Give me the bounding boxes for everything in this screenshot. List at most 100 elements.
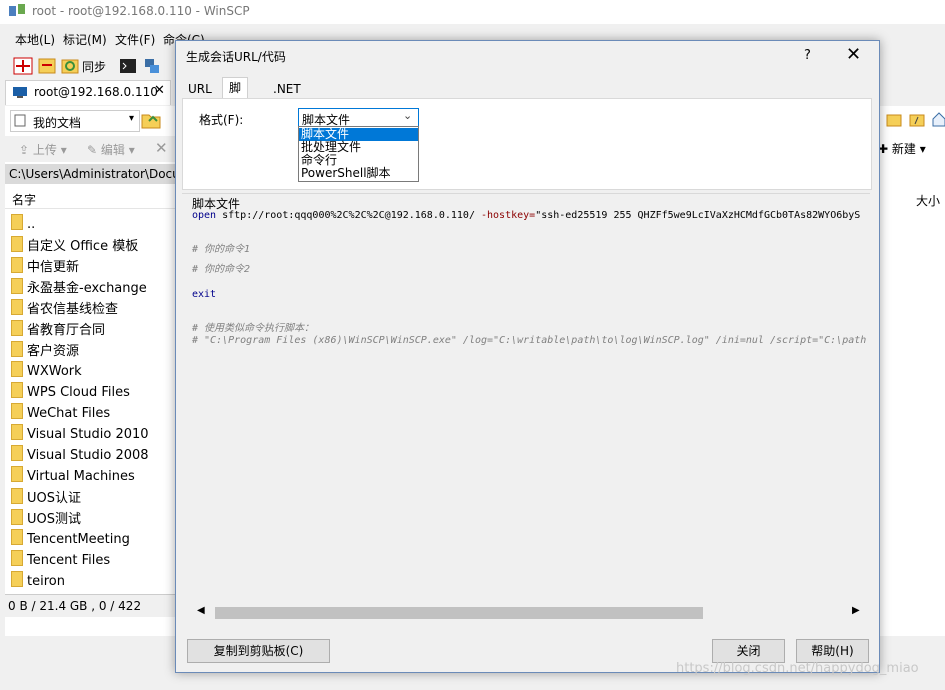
tab-net-assembly[interactable]: .NET Assembly代码 <box>267 79 337 136</box>
generate-url-dialog: 生成会话URL/代码 ? ✕ URL 脚本 .NET Assembly代码 格式… <box>175 40 880 673</box>
close-button[interactable]: 关闭 <box>712 639 785 663</box>
list-item[interactable]: WeChat Files <box>11 403 110 423</box>
parent-folder-icon <box>11 214 23 230</box>
help-icon[interactable]: ? <box>804 48 811 63</box>
list-item[interactable]: 永盈基金-exchange <box>11 277 147 297</box>
horizontal-scrollbar[interactable]: ◀ ▶ <box>194 604 864 620</box>
session-tab[interactable]: root@192.168.0.110 ✕ <box>5 80 171 105</box>
list-item[interactable]: UOS认证 <box>11 487 81 507</box>
file-name: Visual Studio 2010 <box>27 427 149 442</box>
column-size[interactable]: 大小 <box>916 192 940 209</box>
format-dropdown: 脚本文件 批处理文件 命令行 PowerShell脚本 <box>298 126 419 182</box>
root-dir-icon[interactable] <box>909 112 925 128</box>
format-option[interactable]: PowerShell脚本 <box>299 167 418 180</box>
file-name: teiron <box>27 574 65 589</box>
file-name: 客户资源 <box>27 344 80 359</box>
new-label: 新建 <box>891 142 916 156</box>
list-item[interactable]: WPS Cloud Files <box>11 382 130 402</box>
folder-icon <box>11 341 23 357</box>
documents-icon <box>14 114 26 127</box>
new-button[interactable]: ✚ 新建 ▾ <box>878 140 926 157</box>
list-item[interactable]: Visual Studio 2008 <box>11 445 149 465</box>
list-item[interactable]: UOS测试 <box>11 508 81 528</box>
code-textarea[interactable]: open sftp://root:qqq000%2C%2C%2C@192.168… <box>192 210 868 604</box>
list-item[interactable]: 省教育厅合同 <box>11 319 105 339</box>
upload-label: 上传 <box>32 143 57 157</box>
scroll-left-icon[interactable]: ◀ <box>197 605 205 616</box>
local-path-bar[interactable]: C:\Users\Administrator\Docu <box>5 164 180 184</box>
synchronize-icon[interactable] <box>60 56 80 76</box>
scroll-right-icon[interactable]: ▶ <box>852 605 860 616</box>
column-header: 名字 <box>5 188 180 209</box>
code-group: 脚本文件 open sftp://root:qqq000%2C%2C%2C@19… <box>182 193 870 624</box>
format-label: 格式(F): <box>199 113 244 127</box>
folder-icon <box>11 529 23 545</box>
menu-mark[interactable]: 标记(M) <box>63 31 107 48</box>
local-statusbar: 0 B / 21.4 GB , 0 / 422 <box>5 594 180 617</box>
copy-to-clipboard-button[interactable]: 复制到剪贴板(C) <box>187 639 330 663</box>
file-name: Virtual Machines <box>27 469 135 484</box>
column-name[interactable]: 名字 <box>12 191 36 208</box>
list-item[interactable]: Visual Studio 2010 <box>11 424 149 444</box>
scroll-thumb[interactable] <box>215 607 703 619</box>
code-comment: # 你的命令1 <box>192 244 251 255</box>
help-button[interactable]: 帮助(H) <box>796 639 869 663</box>
code-option: -hostkey= <box>481 210 536 221</box>
compare-dirs-icon[interactable] <box>13 56 33 76</box>
menu-file[interactable]: 文件(F) <box>115 31 155 48</box>
close-tab-icon[interactable]: ✕ <box>154 83 165 98</box>
menu-local[interactable]: 本地(L) <box>15 31 55 48</box>
home-icon[interactable] <box>932 111 945 127</box>
code-comment: # 你的命令2 <box>192 264 251 275</box>
sync-browse-icon[interactable] <box>37 56 57 76</box>
file-name: 自定义 Office 模板 <box>27 239 139 254</box>
script-tab-panel: 格式(F): 脚本文件 ⌄ <box>182 98 872 190</box>
list-item[interactable]: 省农信基线检查 <box>11 298 118 318</box>
folder-icon <box>11 403 23 419</box>
list-item[interactable]: .. <box>11 214 35 234</box>
list-item[interactable]: 客户资源 <box>11 340 79 360</box>
code-line: open sftp://root:qqq000%2C%2C%2C@192.168… <box>192 210 860 224</box>
folder-icon <box>11 361 23 377</box>
local-status: 0 B / 21.4 GB , 0 / 422 <box>8 599 142 613</box>
list-item[interactable]: Virtual Machines <box>11 466 135 486</box>
list-item[interactable]: Tencent Files <box>11 550 110 570</box>
file-name: 省教育厅合同 <box>27 323 106 338</box>
list-item[interactable]: 中信更新 <box>11 256 79 276</box>
open-folder-icon[interactable] <box>141 111 161 129</box>
folder-icon <box>11 509 23 525</box>
folder-icon <box>11 236 23 252</box>
drive-name: 我的文档 <box>33 116 82 130</box>
drive-select[interactable]: 我的文档 ▾ <box>10 110 140 132</box>
local-actionbar: ⇪ 上传 ▾ ✎ 编辑 ▾ ✕ <box>5 136 180 162</box>
file-name: 永盈基金-exchange <box>27 281 147 296</box>
edit-button[interactable]: ✎ 编辑 ▾ <box>87 141 135 158</box>
folder-icon <box>11 466 23 482</box>
code-comment: # "C:\Program Files (x86)\WinSCP\WinSCP.… <box>192 335 867 346</box>
tab-url[interactable]: URL <box>182 79 218 99</box>
folder-icon <box>11 320 23 336</box>
session-tab-label: root@192.168.0.110 <box>34 85 158 99</box>
sync-label[interactable]: 同步 <box>82 58 106 75</box>
folder-icon <box>11 445 23 461</box>
list-item[interactable]: WXWork <box>11 361 82 381</box>
folder-icon <box>11 299 23 315</box>
chevron-down-icon: ▾ <box>129 113 135 124</box>
file-name: .. <box>27 217 36 232</box>
console-icon[interactable] <box>118 56 138 76</box>
parent-dir-icon[interactable] <box>886 112 902 128</box>
file-name: WPS Cloud Files <box>27 385 130 400</box>
file-name: Tencent Files <box>27 553 111 568</box>
close-icon[interactable]: ✕ <box>846 44 861 65</box>
file-list: .. 自定义 Office 模板 中信更新 永盈基金-exchange 省农信基… <box>5 210 180 590</box>
list-item[interactable]: teiron <box>11 571 65 591</box>
putty-icon[interactable] <box>142 56 162 76</box>
delete-icon[interactable]: ✕ <box>155 139 168 157</box>
list-item[interactable]: TencentMeeting <box>11 529 130 549</box>
tab-script[interactable]: 脚本 <box>222 77 249 115</box>
upload-button[interactable]: ⇪ 上传 ▾ <box>19 141 67 158</box>
list-item[interactable]: 自定义 Office 模板 <box>11 235 138 255</box>
file-name: UOS认证 <box>27 491 81 506</box>
folder-icon <box>11 257 23 273</box>
code-keyword: exit <box>192 289 217 300</box>
